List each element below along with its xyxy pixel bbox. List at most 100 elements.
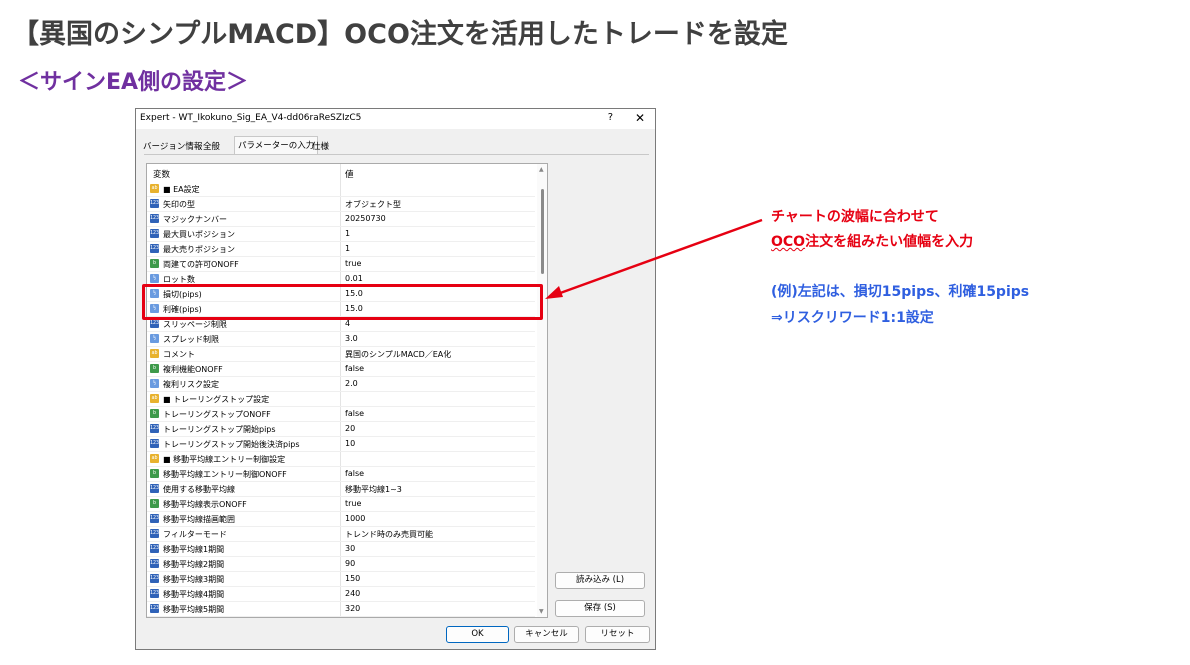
parameter-row[interactable]: b 移動平均線エントリー制御ONOFF false xyxy=(147,467,535,482)
stoploss-takeprofit-highlight xyxy=(142,284,543,320)
str-type-icon: ab xyxy=(150,184,159,193)
parameter-value[interactable]: 移動平均線1~3 xyxy=(345,484,402,495)
parameter-row[interactable]: 123 移動平均線5期間 320 xyxy=(147,602,535,617)
parameter-row[interactable]: 123 最大買いポジション 1 xyxy=(147,227,535,242)
int-type-icon: 123 xyxy=(150,559,160,568)
parameter-name: 移動平均線3期間 xyxy=(163,575,225,584)
parameter-row[interactable]: 123 フィルターモード トレンド時のみ売買可能 xyxy=(147,527,535,542)
scrollbar-thumb[interactable] xyxy=(541,189,544,274)
parameter-row[interactable]: b 両建ての許可ONOFF true xyxy=(147,257,535,272)
parameter-value[interactable]: false xyxy=(345,364,364,373)
parameter-row[interactable]: 123 最大売りポジション 1 xyxy=(147,242,535,257)
parameter-row[interactable]: 123 マジックナンバー 20250730 xyxy=(147,212,535,227)
parameter-name: コメント xyxy=(163,350,195,359)
parameter-row[interactable]: ½ 複利リスク設定 2.0 xyxy=(147,377,535,392)
parameter-value[interactable]: 150 xyxy=(345,574,360,583)
parameter-value[interactable]: true xyxy=(345,499,361,508)
annotation-oco-term: OCO xyxy=(771,234,806,250)
help-icon[interactable]: ? xyxy=(608,112,613,123)
parameter-value[interactable]: 90 xyxy=(345,559,355,568)
int-type-icon: 123 xyxy=(150,424,160,433)
parameter-row[interactable]: 123 移動平均線描画範囲 1000 xyxy=(147,512,535,527)
parameter-name: トレーリングストップ開始後決済pips xyxy=(163,440,300,449)
tab-version-info[interactable]: バージョン情報 xyxy=(140,138,205,154)
parameter-row[interactable]: 123 移動平均線3期間 150 xyxy=(147,572,535,587)
annotation-example-line-1: (例)左記は、損切15pips、利確15pips xyxy=(771,284,1030,300)
parameter-value[interactable]: 30 xyxy=(345,544,355,553)
parameter-value[interactable]: オブジェクト型 xyxy=(345,199,401,210)
parameter-row[interactable]: 123 移動平均線2期間 90 xyxy=(147,557,535,572)
close-icon[interactable]: ✕ xyxy=(635,111,645,125)
parameter-name: 移動平均線5期間 xyxy=(163,605,225,614)
grid-scrollbar[interactable]: ▲ ▼ xyxy=(537,164,547,617)
parameter-value[interactable]: true xyxy=(345,259,361,268)
cancel-button[interactable]: キャンセル xyxy=(514,626,579,643)
parameter-value[interactable]: 0.01 xyxy=(345,274,363,283)
int-type-icon: 123 xyxy=(150,544,160,553)
slide-title: 【異国のシンプルMACD】OCO注文を活用したトレードを設定 xyxy=(12,19,788,50)
parameter-value[interactable]: 10 xyxy=(345,439,355,448)
scroll-down-icon[interactable]: ▼ xyxy=(539,608,544,615)
column-header-name[interactable]: 変数 xyxy=(153,168,170,180)
bool-type-icon: b xyxy=(150,469,159,478)
parameter-row[interactable]: ½ スプレッド制限 3.0 xyxy=(147,332,535,347)
parameter-value[interactable]: 2.0 xyxy=(345,379,358,388)
parameter-name: 移動平均線1期間 xyxy=(163,545,225,554)
parameter-value[interactable]: 1000 xyxy=(345,514,365,523)
parameter-value[interactable]: false xyxy=(345,469,364,478)
parameter-name: 複利機能ONOFF xyxy=(163,365,223,374)
parameter-name: フィルターモード xyxy=(163,530,227,539)
load-button[interactable]: 読み込み (L) xyxy=(555,572,645,589)
parameter-value[interactable]: 20250730 xyxy=(345,214,386,223)
parameter-row[interactable]: ab ■ EA設定 xyxy=(147,182,535,197)
parameter-value[interactable]: トレンド時のみ売買可能 xyxy=(345,529,433,540)
expert-dialog: Expert - WT_Ikokuno_Sig_EA_V4-dd06raReSZ… xyxy=(135,108,656,650)
parameter-row[interactable]: b トレーリングストップONOFF false xyxy=(147,407,535,422)
parameter-name: 矢印の型 xyxy=(163,200,195,209)
int-type-icon: 123 xyxy=(150,514,160,523)
parameter-name: 使用する移動平均線 xyxy=(163,485,235,494)
ok-button[interactable]: OK xyxy=(446,626,509,643)
scroll-up-icon[interactable]: ▲ xyxy=(539,166,544,173)
parameter-row[interactable]: ab ■ トレーリングストップ設定 xyxy=(147,392,535,407)
int-type-icon: 123 xyxy=(150,604,160,613)
parameter-name: スプレッド制限 xyxy=(163,335,219,344)
parameter-value[interactable]: 320 xyxy=(345,604,360,613)
parameter-value[interactable]: 異国のシンプルMACD／EA化 xyxy=(345,349,451,360)
int-type-icon: 123 xyxy=(150,574,160,583)
parameter-value[interactable]: 4 xyxy=(345,319,350,328)
str-type-icon: ab xyxy=(150,349,159,358)
parameter-value[interactable]: false xyxy=(345,409,364,418)
column-header-value[interactable]: 値 xyxy=(345,168,354,180)
tab-general[interactable]: 全般 xyxy=(200,138,223,154)
dialog-titlebar: Expert - WT_Ikokuno_Sig_EA_V4-dd06raReSZ… xyxy=(136,109,655,129)
str-type-icon: ab xyxy=(150,394,159,403)
parameter-row[interactable]: ab ■ 移動平均線エントリー制御設定 xyxy=(147,452,535,467)
parameter-row[interactable]: 123 トレーリングストップ開始後決済pips 10 xyxy=(147,437,535,452)
parameter-row[interactable]: 123 移動平均線4期間 240 xyxy=(147,587,535,602)
parameter-row[interactable]: b 移動平均線表示ONOFF true xyxy=(147,497,535,512)
parameter-row[interactable]: ab コメント 異国のシンプルMACD／EA化 xyxy=(147,347,535,362)
parameter-value[interactable]: 240 xyxy=(345,589,360,598)
int-type-icon: 123 xyxy=(150,529,160,538)
parameter-row[interactable]: 123 矢印の型 オブジェクト型 xyxy=(147,197,535,212)
parameter-value[interactable]: 20 xyxy=(345,424,355,433)
reset-button[interactable]: リセット xyxy=(585,626,650,643)
parameter-value[interactable]: 3.0 xyxy=(345,334,358,343)
tab-parameters[interactable]: パラメーターの入力 xyxy=(234,136,319,154)
parameter-rows: ab ■ EA設定 123 矢印の型 オブジェクト型 123 マジックナンバー 2025073… xyxy=(147,182,535,617)
parameter-name: 移動平均線エントリー制御ONOFF xyxy=(163,470,287,479)
parameter-value[interactable]: 1 xyxy=(345,244,350,253)
save-button[interactable]: 保存 (S) xyxy=(555,600,645,617)
parameter-row[interactable]: 123 トレーリングストップ開始pips 20 xyxy=(147,422,535,437)
parameter-value[interactable]: 1 xyxy=(345,229,350,238)
parameter-row[interactable]: 123 使用する移動平均線 移動平均線1~3 xyxy=(147,482,535,497)
tab-specification[interactable]: 仕様 xyxy=(309,138,332,154)
parameter-row[interactable]: 123 移動平均線1期間 30 xyxy=(147,542,535,557)
annotation-example: (例)左記は、損切15pips、利確15pips ⇒リスクリワード1:1設定 xyxy=(771,279,1029,331)
parameter-row[interactable]: b 複利機能ONOFF false xyxy=(147,362,535,377)
int-type-icon: 123 xyxy=(150,589,160,598)
parameter-name: ■ トレーリングストップ設定 xyxy=(163,395,270,404)
int-type-icon: 123 xyxy=(150,439,160,448)
annotation-instruction: チャートの波幅に合わせて OCO注文を組みたい値幅を入力 xyxy=(771,205,973,255)
